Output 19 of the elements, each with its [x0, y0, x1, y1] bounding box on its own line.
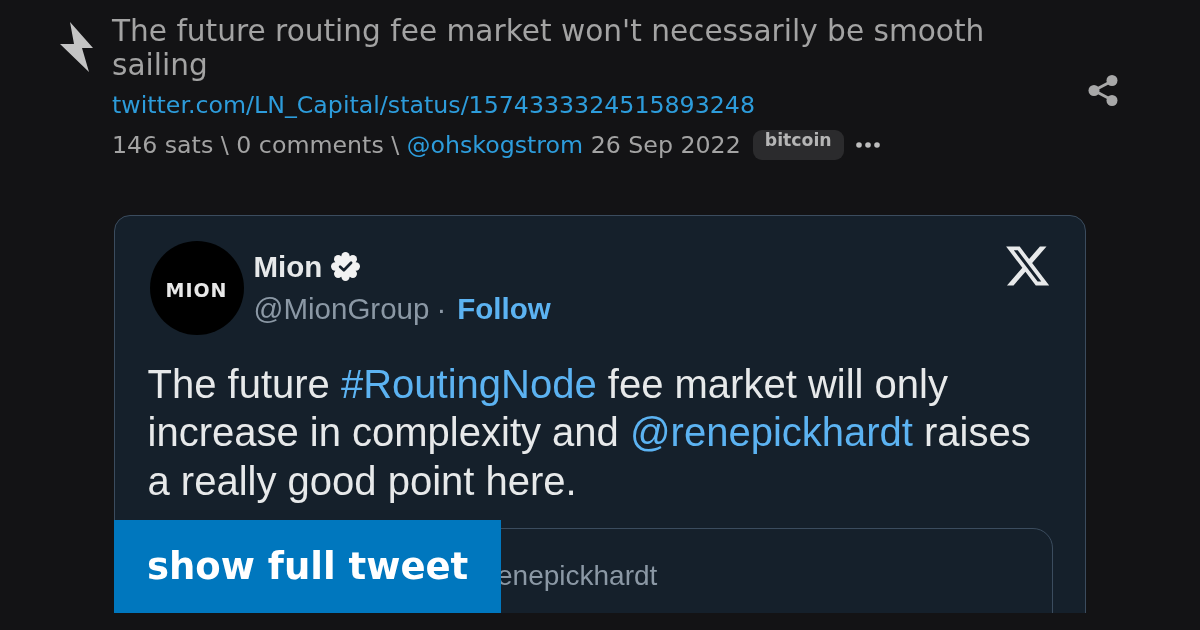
- post-url-link[interactable]: twitter.com/LN_Capital/status/1574333324515893248: [112, 91, 755, 119]
- post-date: 26 Sep 2022: [590, 131, 741, 159]
- x-logo-icon[interactable]: [1005, 245, 1049, 287]
- lightning-bolt-icon[interactable]: [60, 22, 94, 72]
- share-icon[interactable]: [1088, 75, 1118, 106]
- post-stats: 146 sats \ 0 comments \: [112, 131, 400, 159]
- tag-chip[interactable]: bitcoin: [752, 130, 844, 160]
- follow-link[interactable]: Follow: [457, 291, 551, 326]
- handle-separator: ·: [436, 291, 447, 326]
- tweet-handle: @MionGroup: [253, 291, 430, 326]
- show-full-tweet-button[interactable]: show full tweet: [114, 520, 502, 613]
- mention-link[interactable]: @renepickhardt: [629, 410, 913, 454]
- more-icon[interactable]: [855, 142, 880, 148]
- hashtag-link[interactable]: #RoutingNode: [340, 361, 597, 406]
- tweet-author-name: Mion: [253, 249, 323, 284]
- author-link[interactable]: @ohskogstrom: [406, 131, 584, 159]
- post-title[interactable]: The future routing fee market won't necessarily be smooth sailing: [112, 14, 1068, 82]
- tweet-text: The future #RoutingNode fee market will only increase in complexity and @renepickhardt raises a really good point here.: [147, 360, 1032, 505]
- avatar-logo-text: MION: [165, 279, 228, 301]
